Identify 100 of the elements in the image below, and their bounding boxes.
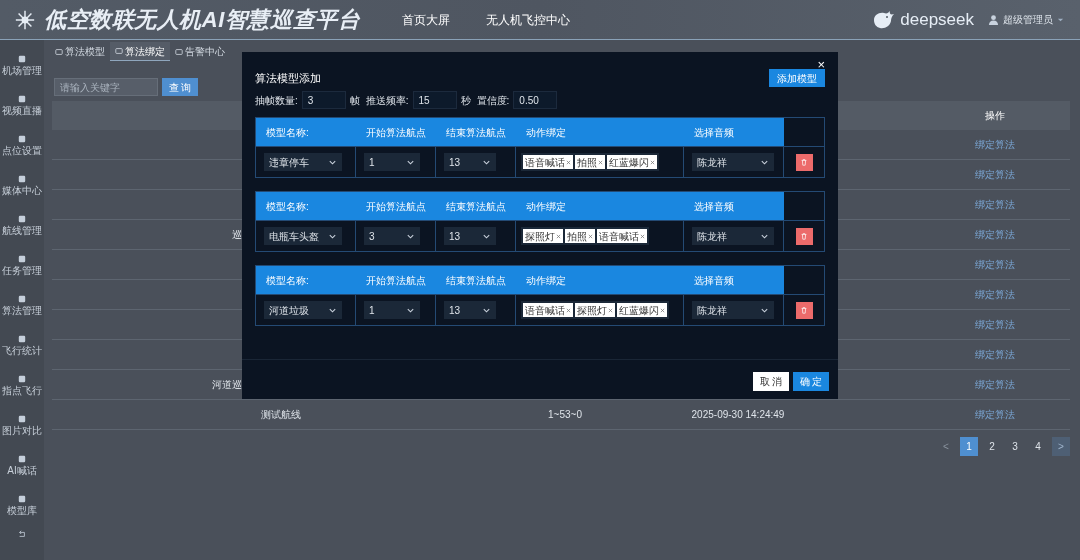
- bind-algorithm-link[interactable]: 绑定算法: [975, 199, 1015, 210]
- tab[interactable]: 告警中心: [170, 42, 230, 61]
- user-menu[interactable]: 超级管理员: [988, 12, 1064, 27]
- tab-icon: [115, 47, 123, 55]
- action-tag: 拍照: [575, 155, 605, 169]
- menu-item-icon: [18, 55, 26, 63]
- bind-algorithm-link[interactable]: 绑定算法: [975, 379, 1015, 390]
- select-field[interactable]: 电瓶车头盔: [264, 227, 342, 245]
- select-field[interactable]: 河道垃圾: [264, 301, 342, 319]
- sidebar-item[interactable]: 模型库: [7, 505, 37, 517]
- sidebar-item[interactable]: 任务管理: [2, 265, 42, 277]
- unit-label: 秒: [460, 93, 471, 108]
- menu-item-icon: [18, 175, 26, 183]
- bind-algorithm-link[interactable]: 绑定算法: [975, 289, 1015, 300]
- page-button[interactable]: 2: [983, 437, 1001, 456]
- multi-select-field[interactable]: 探照灯 拍照 语音喊话: [521, 227, 649, 245]
- select-field[interactable]: 违章停车: [264, 153, 342, 171]
- trash-icon: [800, 158, 808, 166]
- select-field[interactable]: 13: [444, 153, 496, 171]
- remove-icon: [566, 307, 571, 313]
- menu-item-icon: [18, 455, 26, 463]
- column-header: 动作绑定: [516, 266, 684, 294]
- select-field[interactable]: 陈龙祥: [692, 153, 774, 171]
- action-tag: 探照灯: [575, 303, 615, 317]
- add-model-button[interactable]: 添加模型: [769, 69, 825, 87]
- sidebar-item[interactable]: 图片对比: [2, 425, 42, 437]
- nav-tab[interactable]: 首页大屏: [384, 0, 469, 39]
- nav-tab[interactable]: 无人机飞控中心: [468, 0, 589, 39]
- trash-icon: [800, 306, 808, 314]
- close-button[interactable]: ×: [817, 58, 825, 71]
- sidebar-item[interactable]: 算法管理: [2, 305, 42, 317]
- multi-select-field[interactable]: 语音喊话 探照灯 红蓝爆闪: [521, 301, 669, 319]
- value-field[interactable]: 0.50: [513, 91, 558, 109]
- page-button[interactable]: 1: [960, 437, 978, 456]
- value-field[interactable]: 15: [412, 91, 457, 109]
- bind-algorithm-link[interactable]: 绑定算法: [975, 139, 1015, 150]
- menu-item-icon: [18, 255, 26, 263]
- field-label: 抽帧数量:: [255, 93, 298, 108]
- delete-button[interactable]: [795, 153, 813, 171]
- menu-item-icon: [18, 135, 26, 143]
- field-label: 置信度:: [476, 93, 510, 108]
- select-field[interactable]: 13: [444, 227, 496, 245]
- remove-icon: [598, 159, 603, 165]
- select-field[interactable]: 1: [364, 153, 420, 171]
- column-header: 动作绑定: [516, 192, 684, 220]
- column-header: 模型名称:: [256, 192, 356, 220]
- remove-icon: [588, 233, 593, 239]
- bind-algorithm-link[interactable]: 绑定算法: [975, 169, 1015, 180]
- bind-algorithm-link[interactable]: 绑定算法: [975, 319, 1015, 330]
- caret-icon: [1057, 16, 1064, 23]
- sidebar-item[interactable]: 指点飞行: [2, 385, 42, 397]
- column-header: 动作绑定: [516, 118, 684, 146]
- remove-icon: [556, 233, 561, 239]
- column-header: 选择音频: [684, 266, 784, 294]
- tab-icon: [55, 47, 63, 56]
- search-button[interactable]: 查 询: [162, 78, 198, 96]
- next-page-button[interactable]: >: [1052, 437, 1070, 456]
- brand-name: deepseek: [900, 8, 974, 31]
- delete-button[interactable]: [795, 301, 813, 319]
- sidebar-item[interactable]: 飞行统计: [2, 345, 42, 357]
- menu-item-icon: [18, 95, 26, 103]
- column-header: 开始算法航点: [356, 118, 436, 146]
- remove-icon: [608, 307, 613, 313]
- select-field[interactable]: 陈龙祥: [692, 301, 774, 319]
- page-button[interactable]: 3: [1006, 437, 1024, 456]
- tab[interactable]: 算法模型: [50, 42, 110, 61]
- sidebar-item[interactable]: AI喊话: [7, 465, 37, 477]
- drone-logo-icon: [14, 8, 36, 31]
- sidebar-item[interactable]: 点位设置: [2, 145, 42, 157]
- table-cell: 2025-09-30 14:24:49: [691, 409, 785, 420]
- value-field[interactable]: 3: [301, 91, 346, 109]
- select-field[interactable]: 陈龙祥: [692, 227, 774, 245]
- confirm-button[interactable]: 确 定: [793, 372, 829, 391]
- unit-label: 帧: [349, 93, 360, 108]
- menu-item-icon: [18, 415, 26, 423]
- sidebar-item[interactable]: 机场管理: [2, 65, 42, 77]
- sidebar-item[interactable]: 航线管理: [2, 225, 42, 237]
- select-field[interactable]: 13: [444, 301, 496, 319]
- cancel-button[interactable]: 取 消: [753, 372, 789, 391]
- tab[interactable]: 算法绑定: [110, 42, 170, 61]
- search-field[interactable]: 请输入关键字: [54, 78, 158, 96]
- user-icon: [988, 14, 999, 25]
- page-button[interactable]: 4: [1029, 437, 1047, 456]
- sidebar-item[interactable]: 视频直播: [2, 105, 42, 117]
- tab-icon: [175, 47, 183, 56]
- delete-button[interactable]: [795, 227, 813, 245]
- sidebar-item[interactable]: 媒体中心: [2, 185, 42, 197]
- action-tag: 拍照: [565, 229, 595, 243]
- bind-algorithm-link[interactable]: 绑定算法: [975, 259, 1015, 270]
- bind-algorithm-link[interactable]: 绑定算法: [975, 409, 1015, 420]
- column-header: 模型名称:: [256, 266, 356, 294]
- table-cell-text: 测试航线: [260, 408, 302, 422]
- action-tag: 红蓝爆闪: [617, 303, 667, 317]
- field-label: 推送频率:: [365, 93, 409, 108]
- table-cell: 巡: [232, 229, 242, 240]
- select-field[interactable]: 3: [364, 227, 420, 245]
- select-field[interactable]: 1: [364, 301, 420, 319]
- bind-algorithm-link[interactable]: 绑定算法: [975, 349, 1015, 360]
- multi-select-field[interactable]: 语音喊话 拍照 红蓝爆闪: [521, 153, 659, 171]
- bind-algorithm-link[interactable]: 绑定算法: [975, 229, 1015, 240]
